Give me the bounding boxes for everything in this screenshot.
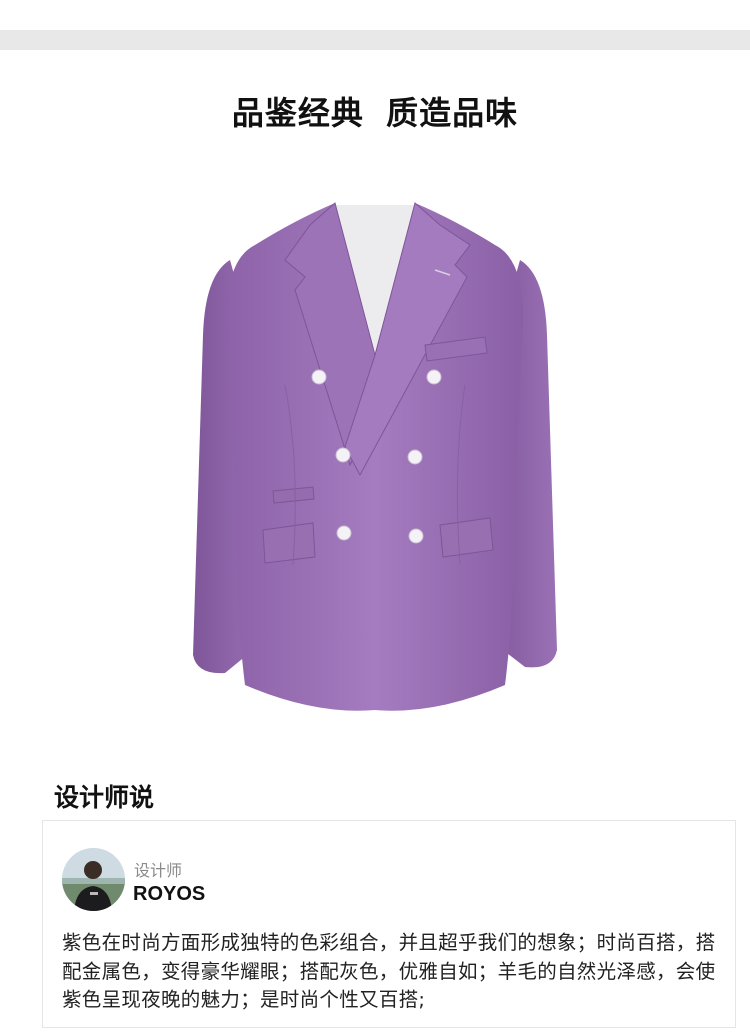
top-divider-band bbox=[0, 30, 750, 50]
designer-quote: 紫色在时尚方面形成独特的色彩组合，并且超乎我们的想象；时尚百搭，搭配金属色，变得… bbox=[62, 931, 716, 1011]
product-image[interactable] bbox=[185, 185, 565, 715]
designer-card: 设计师 ROYOS 紫色在时尚方面形成独特的色彩组合，并且超乎我们的想象；时尚百… bbox=[42, 820, 736, 1028]
purple-suit-jacket-icon bbox=[193, 202, 557, 711]
designer-name: ROYOS bbox=[133, 883, 206, 905]
avatar bbox=[62, 848, 125, 911]
designer-role-label: 设计师 bbox=[134, 861, 183, 880]
page-title: 品鉴经典 质造品味 bbox=[231, 94, 519, 132]
designer-avatar-icon bbox=[62, 848, 125, 911]
section-title-designer-says: 设计师说 bbox=[54, 783, 155, 812]
